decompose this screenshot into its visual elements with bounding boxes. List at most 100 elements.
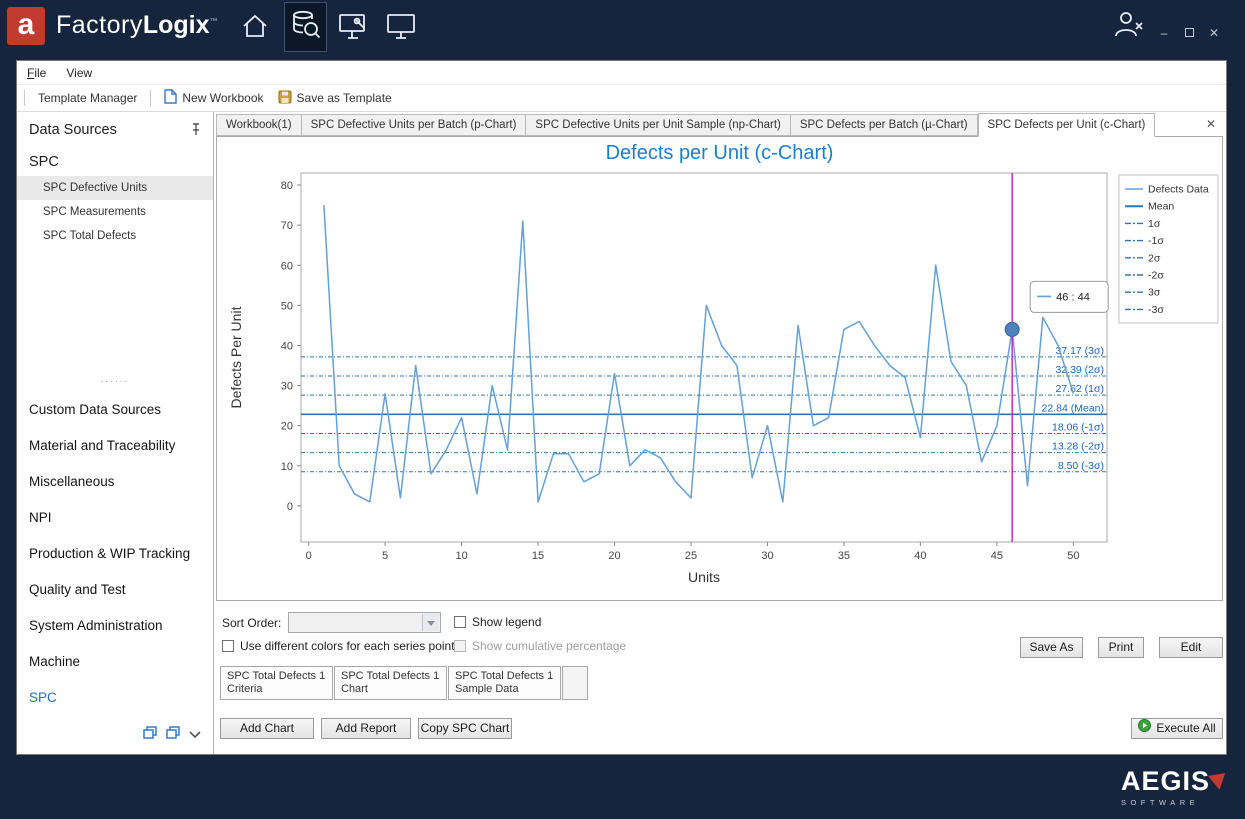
maximize-button[interactable] [1180,26,1198,40]
cascade-windows-icon[interactable] [143,726,157,744]
legend-item-label: 2σ [1148,252,1161,264]
save-as-template-button[interactable]: Save as Template [274,88,396,109]
spc-chart[interactable]: 051015202530354045500102030405060708037.… [217,165,1222,593]
checkbox-box [222,640,234,652]
control-line-label: 32.39 (2σ) [1055,364,1104,376]
control-line-label: 18.06 (-1σ) [1052,421,1104,433]
tree-item-spc-defective-units[interactable]: SPC Defective Units [17,176,213,200]
x-axis-tick-label: 45 [991,550,1003,562]
show-cumulative-checkbox: Show cumulative percentage [454,639,626,653]
maximize-icon [1185,28,1194,37]
x-axis-tick-label: 40 [914,550,926,562]
copy-spc-chart-button[interactable]: Copy SPC Chart [418,718,512,739]
sort-order-dropdown[interactable] [288,612,441,633]
execute-all-icon [1138,719,1151,738]
pin-icon[interactable] [189,123,201,141]
save-as-button[interactable]: Save As [1020,637,1083,658]
sidebar-bottom-toolbar [143,726,201,744]
category-miscellaneous[interactable]: Miscellaneous [29,474,115,489]
new-workbook-button[interactable]: New Workbook [160,87,267,109]
user-logout-icon [1113,10,1145,45]
category-npi[interactable]: NPI [29,510,52,525]
app-logo-letter: a [18,8,35,41]
x-axis-tick-label: 15 [532,550,544,562]
aegis-brand-text: AEGIS [1121,766,1210,797]
legend-item-label: 3σ [1148,287,1161,299]
sidebar-splitter-handle[interactable]: ...... [17,374,213,385]
y-axis-tick-label: 10 [281,461,293,473]
category-custom-data-sources[interactable]: Custom Data Sources [29,402,161,417]
home-nav-button[interactable] [239,13,271,43]
new-workbook-icon [164,89,177,107]
sidebar-group-spc[interactable]: SPC [29,154,59,170]
show-legend-checkbox[interactable]: Show legend [454,615,541,629]
workstation-nav-button[interactable] [385,13,417,43]
brand-factory: Factory [56,11,143,39]
edit-button[interactable]: Edit [1159,637,1223,658]
window-body: Data Sources SPC SPC Defective Units SPC… [17,112,1226,754]
logout-user-button[interactable] [1113,12,1145,42]
analytics-nav-button[interactable] [284,2,327,52]
close-button[interactable]: ✕ [1205,26,1223,40]
tree-item-spc-measurements[interactable]: SPC Measurements [17,200,213,224]
brand-logix: Logix [143,11,210,39]
category-system-administration[interactable]: System Administration [29,618,163,633]
print-button[interactable]: Print [1098,637,1144,658]
x-axis-tick-label: 30 [761,550,773,562]
control-line-label: 22.84 (Mean) [1042,402,1104,414]
category-material-traceability[interactable]: Material and Traceability [29,438,175,453]
control-line-label: 37.17 (3σ) [1055,345,1104,357]
x-axis-tick-label: 0 [306,550,312,562]
use-colors-checkbox[interactable]: Use different colors for each series poi… [222,639,455,653]
tab-np-chart[interactable]: SPC Defective Units per Unit Sample (np-… [525,114,789,136]
tab-close-icon[interactable]: ✕ [1206,118,1216,130]
subtab-criteria[interactable]: SPC Total Defects 1 Criteria [220,666,333,700]
y-axis-tick-label: 70 [281,220,293,232]
toolbar-separator [150,90,151,106]
brand-name: FactoryLogix™ [56,11,218,40]
selected-point [1005,322,1019,336]
menu-bar: File View [17,61,1226,85]
tree-item-spc-total-defects[interactable]: SPC Total Defects [17,224,213,248]
add-report-button[interactable]: Add Report [321,718,411,739]
data-sources-sidebar: Data Sources SPC SPC Defective Units SPC… [17,112,214,754]
home-icon [241,12,269,45]
menu-view[interactable]: View [66,66,92,80]
template-manager-button[interactable]: Template Manager [34,89,141,107]
subtab-chart[interactable]: SPC Total Defects 1 Chart [334,666,447,700]
tab-workbook-1[interactable]: Workbook(1) [216,114,301,136]
category-production-wip[interactable]: Production & WIP Tracking [29,546,190,561]
trademark-symbol: ™ [210,17,218,26]
show-cumulative-label: Show cumulative percentage [472,639,626,653]
chevron-down-icon[interactable] [189,726,201,744]
x-axis-tick-label: 10 [455,550,467,562]
save-template-icon [278,90,292,107]
minimize-button[interactable]: – [1155,26,1173,40]
execute-all-label: Execute All [1156,719,1215,738]
execute-all-button[interactable]: Execute All [1131,718,1223,739]
workbook-main-area: Workbook(1) SPC Defective Units per Batc… [214,112,1226,754]
monitor-icon [386,12,416,45]
tab-p-chart[interactable]: SPC Defective Units per Batch (p-Chart) [301,114,526,136]
aegis-footer-logo: AEGIS SOFTWARE [1121,766,1227,807]
workbook-tab-bar: Workbook(1) SPC Defective Units per Batc… [216,112,1226,136]
subtab-sample-data[interactable]: SPC Total Defects 1 Sample Data [448,666,561,700]
x-axis-title: Units [688,569,720,585]
tab-c-chart[interactable]: SPC Defects per Unit (c-Chart) [978,113,1156,137]
tile-windows-icon[interactable] [166,726,180,744]
category-quality-test[interactable]: Quality and Test [29,582,126,597]
sidebar-title: Data Sources [29,122,117,138]
category-machine[interactable]: Machine [29,654,80,669]
y-axis-title: Defects Per Unit [228,306,244,408]
tool-bar: Template Manager New Workbook Save as Te… [17,85,1226,112]
designer-nav-button[interactable] [337,13,369,43]
spc-chart-panel: Defects per Unit (c-Chart) 0510152025303… [216,136,1223,601]
checkbox-box [454,640,466,652]
show-legend-label: Show legend [472,615,541,629]
legend-item-label: Defects Data [1148,184,1209,196]
add-chart-button[interactable]: Add Chart [220,718,314,739]
category-spc[interactable]: SPC [29,690,57,705]
tab-u-chart[interactable]: SPC Defects per Batch (µ-Chart) [790,114,978,136]
x-axis-tick-label: 35 [838,550,850,562]
menu-file[interactable]: File [27,66,46,80]
